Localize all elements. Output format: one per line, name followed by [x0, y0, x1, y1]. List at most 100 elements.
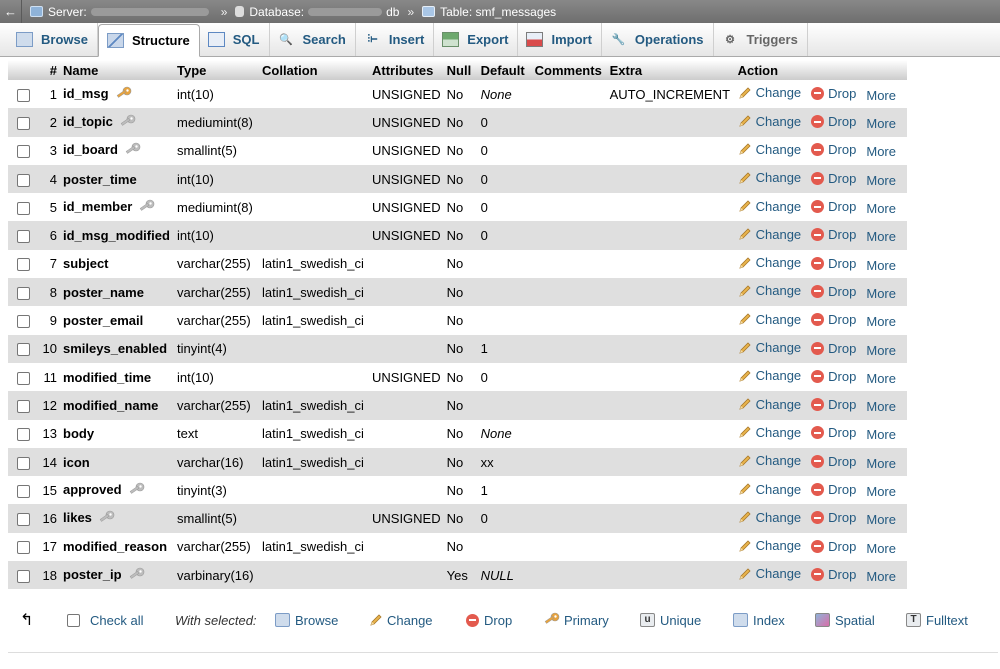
change-link[interactable]: Change [738, 397, 801, 412]
more-dropdown[interactable]: More [866, 484, 896, 499]
change-link[interactable]: Change [738, 453, 801, 468]
drop-link[interactable]: Drop [811, 256, 856, 271]
drop-link[interactable]: Drop [811, 284, 856, 299]
bulk-unique-button[interactable]: u Unique [640, 613, 701, 628]
drop-link[interactable]: Drop [811, 369, 856, 384]
row-checkbox[interactable] [16, 88, 30, 102]
row-checkbox[interactable] [16, 343, 30, 357]
drop-link[interactable]: Drop [811, 227, 856, 242]
more-dropdown[interactable]: More [866, 456, 896, 471]
change-link[interactable]: Change [738, 255, 801, 270]
drop-link[interactable]: Drop [811, 539, 856, 554]
change-link[interactable]: Change [738, 340, 801, 355]
more-dropdown[interactable]: More [866, 343, 896, 358]
row-number: 12 [38, 391, 60, 420]
drop-link[interactable]: Drop [811, 142, 856, 157]
tab-sql[interactable]: SQL [200, 23, 270, 56]
tab-search[interactable]: 🔍 Search [270, 23, 356, 56]
bulk-index-button[interactable]: Index [733, 613, 785, 628]
change-link[interactable]: Change [738, 425, 801, 440]
change-link[interactable]: Change [738, 142, 801, 157]
more-dropdown[interactable]: More [866, 541, 896, 556]
bulk-primary-button[interactable]: Primary [543, 612, 609, 629]
check-all-control[interactable]: Check all [67, 613, 143, 628]
more-dropdown[interactable]: More [866, 371, 896, 386]
tab-operations[interactable]: 🔧 Operations [602, 23, 714, 56]
change-link[interactable]: Change [738, 312, 801, 327]
tab-import[interactable]: Import [518, 23, 602, 56]
drop-link[interactable]: Drop [811, 312, 856, 327]
drop-link[interactable]: Drop [811, 482, 856, 497]
row-checkbox[interactable] [16, 513, 30, 527]
row-checkbox[interactable] [16, 173, 30, 187]
tab-insert[interactable]: ⫶⊢ Insert [356, 23, 435, 56]
more-dropdown[interactable]: More [866, 569, 896, 584]
drop-link[interactable]: Drop [811, 567, 856, 582]
row-checkbox[interactable] [16, 371, 30, 385]
change-link[interactable]: Change [738, 283, 801, 298]
check-all-checkbox[interactable] [67, 613, 80, 627]
row-checkbox[interactable] [16, 399, 30, 413]
database-label: Database: [249, 4, 305, 19]
change-link[interactable]: Change [738, 199, 801, 214]
bulk-browse-button[interactable]: Browse [275, 613, 338, 628]
row-checkbox[interactable] [16, 286, 30, 300]
bulk-fulltext-button[interactable]: T Fulltext [906, 613, 968, 628]
drop-link[interactable]: Drop [811, 199, 856, 214]
breadcrumb-database[interactable]: Database: db [235, 5, 399, 19]
row-checkbox[interactable] [16, 456, 30, 470]
row-checkbox[interactable] [16, 428, 30, 442]
more-dropdown[interactable]: More [866, 88, 896, 103]
more-dropdown[interactable]: More [866, 512, 896, 527]
breadcrumb-table[interactable]: Table: smf_messages [422, 5, 556, 19]
more-dropdown[interactable]: More [866, 173, 896, 188]
more-dropdown[interactable]: More [866, 116, 896, 131]
bulk-drop-button[interactable]: Drop [466, 613, 512, 628]
tab-triggers[interactable]: ⚙ Triggers [714, 23, 808, 56]
more-dropdown[interactable]: More [866, 286, 896, 301]
row-checkbox[interactable] [16, 258, 30, 272]
change-link[interactable]: Change [738, 227, 801, 242]
column-type: int(10) [174, 362, 259, 392]
tab-browse[interactable]: Browse [8, 23, 98, 56]
bulk-change-button[interactable]: Change [369, 613, 433, 628]
tab-export[interactable]: Export [434, 23, 519, 56]
drop-link[interactable]: Drop [811, 454, 856, 469]
bulk-spatial-button[interactable]: Spatial [815, 613, 875, 628]
more-dropdown[interactable]: More [866, 314, 896, 329]
drop-icon [811, 483, 825, 497]
change-link[interactable]: Change [738, 482, 801, 497]
drop-link[interactable]: Drop [811, 171, 856, 186]
change-link[interactable]: Change [738, 510, 801, 525]
row-checkbox[interactable] [16, 116, 30, 130]
drop-link[interactable]: Drop [811, 425, 856, 440]
more-dropdown[interactable]: More [866, 201, 896, 216]
back-arrow-icon[interactable]: ← [0, 0, 22, 23]
column-comments [531, 108, 607, 137]
row-checkbox[interactable] [16, 145, 30, 159]
change-link[interactable]: Change [738, 170, 801, 185]
more-dropdown[interactable]: More [866, 399, 896, 414]
breadcrumb-server[interactable]: Server: [30, 5, 213, 19]
more-dropdown[interactable]: More [866, 258, 896, 273]
drop-link[interactable]: Drop [811, 114, 856, 129]
change-link[interactable]: Change [738, 114, 801, 129]
row-checkbox[interactable] [16, 484, 30, 498]
change-link[interactable]: Change [738, 566, 801, 581]
row-checkbox[interactable] [16, 541, 30, 555]
more-dropdown[interactable]: More [866, 427, 896, 442]
drop-link[interactable]: Drop [811, 86, 856, 101]
row-checkbox[interactable] [16, 569, 30, 583]
row-checkbox[interactable] [16, 315, 30, 329]
row-checkbox[interactable] [16, 230, 30, 244]
change-link[interactable]: Change [738, 85, 801, 100]
more-dropdown[interactable]: More [866, 229, 896, 244]
drop-link[interactable]: Drop [811, 341, 856, 356]
drop-link[interactable]: Drop [811, 397, 856, 412]
row-checkbox[interactable] [16, 201, 30, 215]
change-link[interactable]: Change [738, 368, 801, 383]
drop-link[interactable]: Drop [811, 510, 856, 525]
tab-structure[interactable]: Structure [97, 24, 200, 57]
change-link[interactable]: Change [738, 538, 801, 553]
more-dropdown[interactable]: More [866, 144, 896, 159]
